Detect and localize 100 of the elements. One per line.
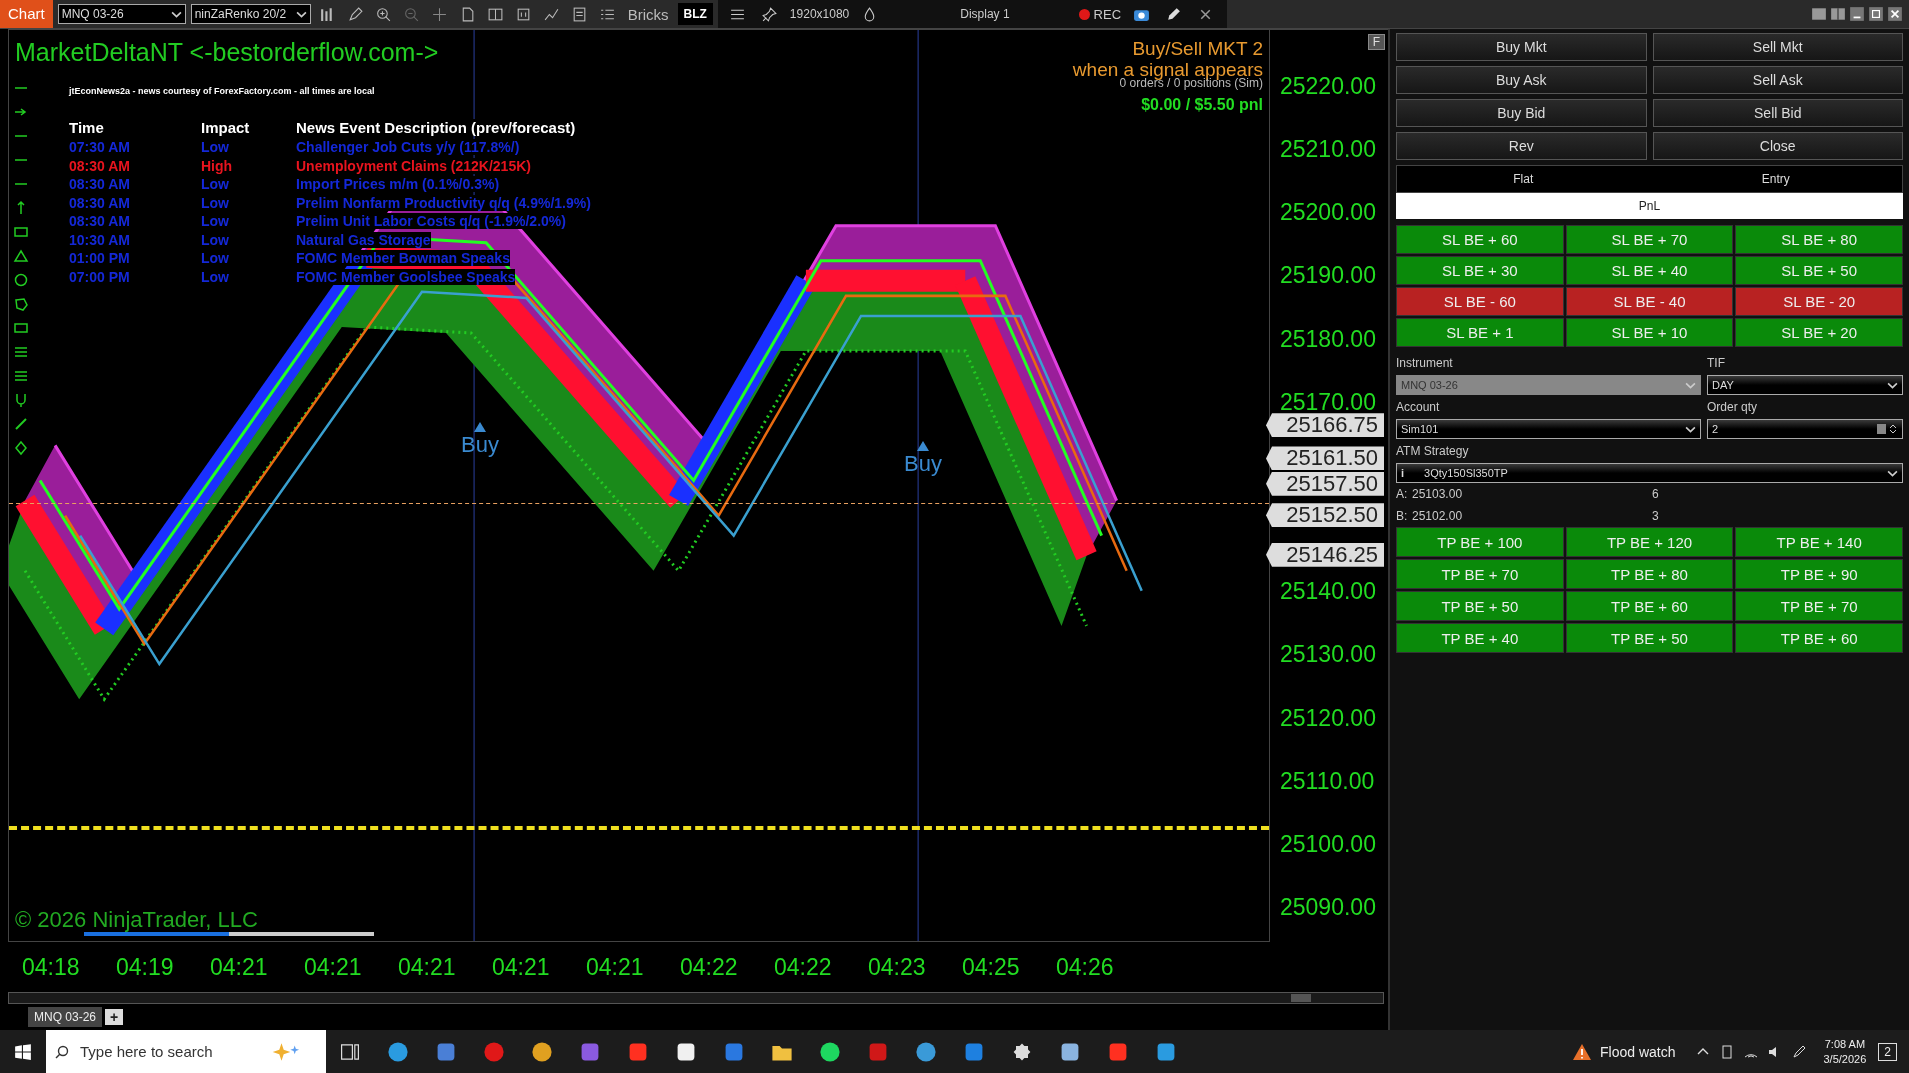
tif-dropdown[interactable]: DAY <box>1707 375 1903 395</box>
clock-date[interactable]: 3/5/2026 <box>1823 1053 1867 1065</box>
lines-icon[interactable] <box>13 344 29 360</box>
time-label: 04:22 <box>680 953 739 981</box>
record-icon[interactable] <box>482 1039 506 1064</box>
horizontal-scrollbar[interactable] <box>8 992 1384 1004</box>
stop-loss-button[interactable]: SL BE + 30 <box>1396 256 1564 285</box>
lines-icon[interactable] <box>13 368 29 384</box>
order-button[interactable]: Sell Bid <box>1652 99 1903 127</box>
notification-button[interactable]: 2 <box>1878 1042 1897 1061</box>
chevron-down-icon <box>170 10 182 18</box>
circle-icon[interactable] <box>13 272 29 288</box>
polygon-icon[interactable] <box>13 296 29 312</box>
news-source-text: jtEconNews2a - news courtesy of ForexFactory.com - all times are local <box>69 86 376 96</box>
music-icon[interactable] <box>818 1039 842 1064</box>
take-profit-button[interactable]: TP BE + 80 <box>1565 559 1734 589</box>
search-bar[interactable]: Type here to search <box>46 1030 326 1073</box>
order-button[interactable]: Rev <box>1396 132 1647 160</box>
fork-icon[interactable] <box>13 392 29 408</box>
warning-icon[interactable] <box>1572 1042 1592 1061</box>
stop-loss-button[interactable]: SL BE + 70 <box>1565 225 1734 254</box>
stop-loss-button[interactable]: SL BE - 60 <box>1396 287 1564 316</box>
price-tick: 25200.00 <box>1280 201 1376 224</box>
spinner-icon[interactable] <box>1876 423 1898 435</box>
rect-icon[interactable] <box>13 320 29 336</box>
bricks-label: Bricks <box>627 5 669 23</box>
account-dropdown[interactable]: Sim101 <box>1396 419 1701 439</box>
clock-time[interactable]: 7:08 AM <box>1824 1038 1866 1050</box>
stop-loss-button[interactable]: SL BE + 20 <box>1735 318 1903 347</box>
record-button[interactable]: REC <box>1078 6 1122 22</box>
browser-icon[interactable] <box>530 1039 554 1064</box>
f-button[interactable]: F <box>1367 34 1385 50</box>
restore-icon[interactable] <box>1868 6 1884 22</box>
add-tab-button[interactable]: + <box>105 1009 124 1025</box>
browser-icon[interactable] <box>386 1039 410 1064</box>
close-icon[interactable] <box>1887 6 1903 22</box>
price-tick: 25120.00 <box>1280 706 1376 729</box>
take-profit-button[interactable]: TP BE + 60 <box>1735 623 1903 653</box>
stop-loss-button[interactable]: SL BE + 40 <box>1565 256 1734 285</box>
price-marker: 25146.25 <box>1266 542 1384 567</box>
quote-size: 6 <box>1652 486 1659 503</box>
pnl-bar: PnL <box>1396 193 1903 219</box>
weather-text[interactable]: Flood watch <box>1600 1043 1676 1060</box>
take-profit-button[interactable]: TP BE + 70 <box>1396 559 1564 589</box>
pen-icon[interactable] <box>1791 1043 1808 1060</box>
triangle-icon[interactable] <box>13 248 29 264</box>
stop-loss-button[interactable]: SL BE + 1 <box>1396 318 1564 347</box>
chart-tab[interactable]: MNQ 03-26 <box>28 1007 103 1027</box>
quote-price: 25103.00 <box>1412 486 1464 503</box>
stop-loss-button[interactable]: SL BE + 80 <box>1735 225 1903 254</box>
take-profit-button[interactable]: TP BE + 90 <box>1735 559 1903 589</box>
signal-text: Buy/Sell MKT 2 <box>1131 38 1263 59</box>
take-profit-button[interactable]: TP BE + 60 <box>1565 591 1734 621</box>
chart-tab[interactable]: Chart <box>0 0 53 28</box>
order-button[interactable]: Sell Mkt <box>1652 33 1903 61</box>
take-profit-button[interactable]: TP BE + 40 <box>1396 623 1564 653</box>
window-layout-icon[interactable] <box>1811 6 1827 22</box>
stop-loss-button[interactable]: SL BE - 20 <box>1735 287 1903 316</box>
search-icon[interactable] <box>54 1043 70 1060</box>
order-button[interactable]: Buy Bid <box>1396 99 1647 127</box>
price-marker: 25152.50 <box>1266 503 1384 528</box>
order-button[interactable]: Buy Mkt <box>1396 33 1647 61</box>
instrument-dropdown[interactable]: MNQ 03-26 <box>57 4 186 24</box>
start-icon[interactable] <box>14 1042 32 1061</box>
take-profit-button[interactable]: TP BE + 50 <box>1396 591 1564 621</box>
resolution-label: 1920x1080 <box>789 7 850 21</box>
bar-type-dropdown[interactable]: ninZaRenko 20/2 <box>190 4 311 24</box>
price-tick: 25110.00 <box>1280 769 1375 792</box>
order-button[interactable]: Sell Ask <box>1652 66 1903 94</box>
take-profit-button[interactable]: TP BE + 50 <box>1565 623 1734 653</box>
take-profit-button[interactable]: TP BE + 140 <box>1735 527 1903 557</box>
pin-icon[interactable] <box>760 5 778 23</box>
stop-loss-button[interactable]: SL BE - 40 <box>1565 287 1734 316</box>
blz-button[interactable]: BLZ <box>677 3 713 25</box>
pen-icon[interactable] <box>13 416 29 432</box>
zoom-in-icon[interactable] <box>374 5 392 23</box>
order-button[interactable]: Buy Ask <box>1396 66 1647 94</box>
pencil-icon[interactable] <box>346 5 364 23</box>
diamond-icon[interactable] <box>13 440 29 456</box>
quote-price: 25102.00 <box>1412 508 1464 525</box>
take-profit-button[interactable]: TP BE + 100 <box>1396 527 1564 557</box>
rect-icon[interactable] <box>13 224 29 240</box>
stop-loss-button[interactable]: SL BE + 10 <box>1565 318 1734 347</box>
minimize-icon[interactable] <box>1849 6 1865 22</box>
stop-loss-button[interactable]: SL BE + 60 <box>1396 225 1564 254</box>
time-label: 04:21 <box>492 953 551 981</box>
pencil-icon[interactable] <box>1165 5 1183 23</box>
news-event: Prelim Nonfarm Productivity q/q (4.9%/1.9%) <box>296 194 591 211</box>
quantity-field[interactable]: 2 <box>1707 419 1903 439</box>
price-tick: 25130.00 <box>1280 643 1376 666</box>
field-label: Account <box>1396 399 1441 416</box>
stop-loss-button[interactable]: SL BE + 50 <box>1735 256 1903 285</box>
chevron-down-icon <box>1887 469 1898 477</box>
take-profit-button[interactable]: TP BE + 120 <box>1565 527 1734 557</box>
window-layout-icon[interactable] <box>1830 6 1846 22</box>
order-button[interactable]: Close <box>1652 132 1903 160</box>
crosshair-icon[interactable] <box>430 5 448 23</box>
news-event: Prelim Unit Labor Costs q/q (-1.9%/2.0%) <box>296 213 566 230</box>
atm-strategy-dropdown[interactable]: i 3Qty150Sl350TP <box>1396 463 1903 483</box>
take-profit-button[interactable]: TP BE + 70 <box>1735 591 1903 621</box>
